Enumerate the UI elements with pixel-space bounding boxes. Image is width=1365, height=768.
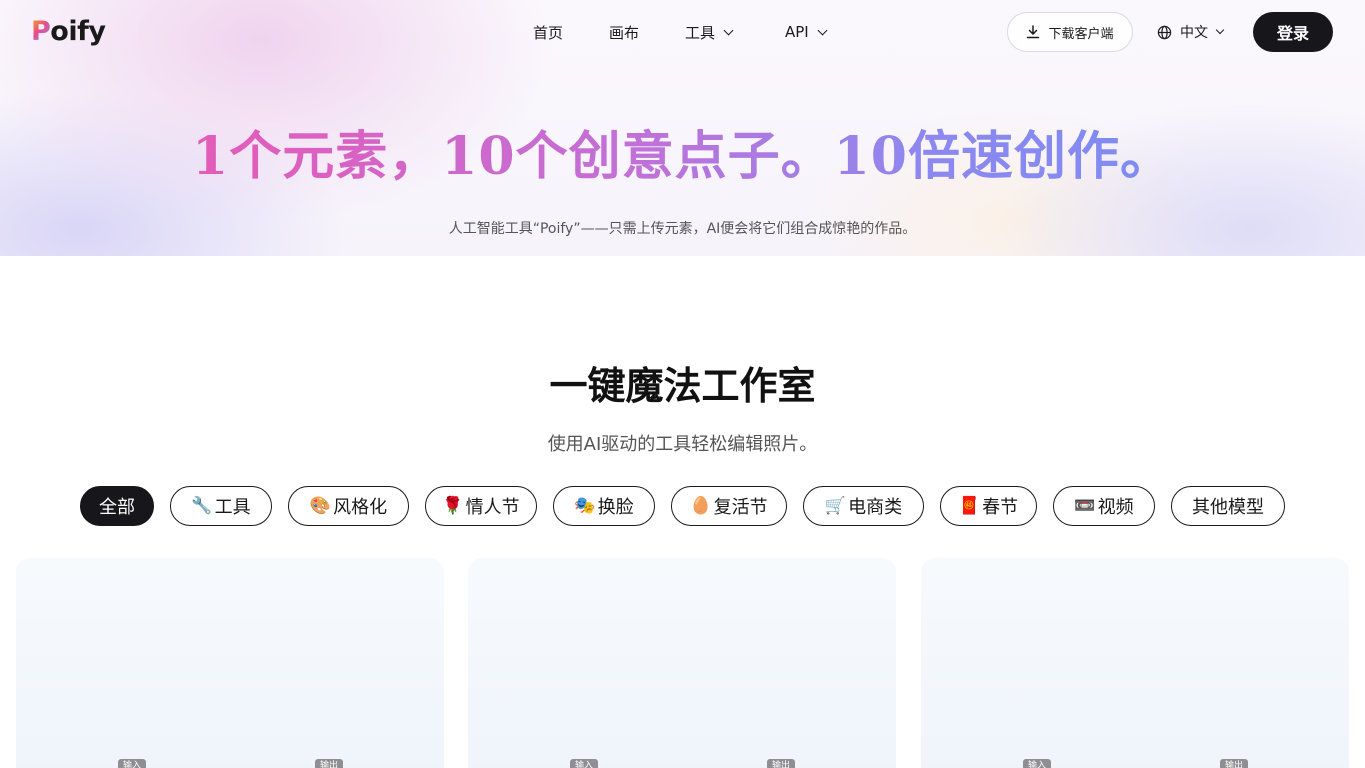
nav-home[interactable]: 首页 — [533, 20, 563, 44]
login-button[interactable]: 登录 — [1253, 12, 1333, 52]
wrench-icon: 🔧 — [191, 496, 213, 516]
chevron-down-icon — [723, 25, 734, 35]
hero-title: 1个元素，10个创意点子。10倍速创作。 — [0, 122, 1365, 192]
category-chip-label: 风格化 — [333, 497, 388, 518]
category-chip-label: 换脸 — [597, 497, 634, 518]
download-client-button[interactable]: 下载客户端 — [1007, 12, 1133, 52]
hero-title-text: 1个元素，10个创意点子。10倍速创作。 — [192, 126, 1173, 187]
input-tag: 输入 — [118, 759, 147, 768]
category-chip-spring-festival[interactable]: 🧧 春节 — [940, 486, 1037, 526]
logo-initial: P — [31, 15, 51, 47]
category-chip-label: 工具 — [214, 497, 251, 518]
nav-home-label: 首页 — [533, 23, 564, 42]
input-tag: 输入 — [570, 759, 599, 768]
language-selector[interactable]: 中文 — [1157, 20, 1225, 44]
category-chip-video[interactable]: 📼 视频 — [1053, 486, 1155, 526]
category-chip-ecommerce[interactable]: 🛒 电商类 — [803, 486, 924, 526]
nav-tools-label: 工具 — [685, 23, 716, 42]
logo-text: oify — [50, 15, 106, 47]
nav-api-label: API — [785, 23, 809, 41]
language-label: 中文 — [1180, 25, 1208, 41]
nav-tools[interactable]: 工具 — [685, 20, 734, 44]
login-label: 登录 — [1276, 24, 1309, 43]
nav-api[interactable]: API — [785, 20, 828, 44]
top-header: Poify 首页 画布 工具 API 下载客户端 中文 登录 — [0, 0, 1365, 64]
category-chip-tools[interactable]: 🔧 工具 — [170, 486, 272, 526]
egg-icon: 🥚 — [690, 496, 712, 516]
category-chip-label: 情人节 — [465, 497, 520, 518]
shopping-cart-icon: 🛒 — [824, 496, 847, 516]
output-tag: 输出 — [767, 759, 796, 768]
chevron-down-icon — [817, 25, 828, 35]
template-card[interactable]: 输入 输出 — [16, 558, 444, 768]
category-chip-easter[interactable]: 🥚 复活节 — [671, 486, 787, 526]
output-tag: 输出 — [315, 759, 344, 768]
nav-canvas[interactable]: 画布 — [609, 20, 639, 44]
category-chip-label: 春节 — [982, 497, 1019, 518]
logo[interactable]: Poify — [31, 14, 106, 48]
download-icon — [1027, 25, 1040, 39]
download-client-label: 下载客户端 — [1048, 26, 1114, 42]
input-tag: 输入 — [1023, 759, 1052, 768]
category-chip-valentines[interactable]: 🌹 情人节 — [425, 486, 537, 526]
chevron-down-icon — [1215, 25, 1225, 35]
globe-icon — [1157, 25, 1172, 39]
category-chip-label: 电商类 — [848, 497, 903, 518]
category-chip-label: 全部 — [99, 497, 135, 518]
category-filter: 全部 🔧 工具 🎨 风格化 🌹 情人节 🎭 换脸 🥚 复活节 🛒 电商类 🧧 春… — [0, 486, 1365, 526]
template-card[interactable]: 输入 输出 — [921, 558, 1349, 768]
nav-canvas-label: 画布 — [609, 23, 640, 42]
category-chip-stylize[interactable]: 🎨 风格化 — [288, 486, 409, 526]
category-chip-label: 复活节 — [713, 497, 768, 518]
red-envelope-icon: 🧧 — [958, 496, 981, 516]
rose-icon: 🌹 — [442, 496, 464, 516]
studio-title: 一键魔法工作室 — [549, 364, 816, 408]
category-chip-all[interactable]: 全部 — [80, 486, 154, 526]
category-chip-label: 视频 — [1097, 497, 1134, 518]
masks-icon: 🎭 — [574, 496, 596, 516]
videocassette-icon: 📼 — [1074, 496, 1096, 516]
category-chip-label: 其他模型 — [1192, 497, 1264, 518]
hero-subtitle: 人工智能工具“Poify”——只需上传元素，AI便会将它们组合成惊艳的作品。 — [448, 221, 917, 237]
category-chip-face-swap[interactable]: 🎭 换脸 — [553, 486, 655, 526]
output-tag: 输出 — [1220, 759, 1249, 768]
palette-icon: 🎨 — [309, 496, 332, 516]
template-card[interactable]: 输入 输出 — [468, 558, 896, 768]
studio-subtitle: 使用AI驱动的工具轻松编辑照片。 — [547, 434, 818, 455]
category-chip-other-models[interactable]: 其他模型 — [1171, 486, 1285, 526]
